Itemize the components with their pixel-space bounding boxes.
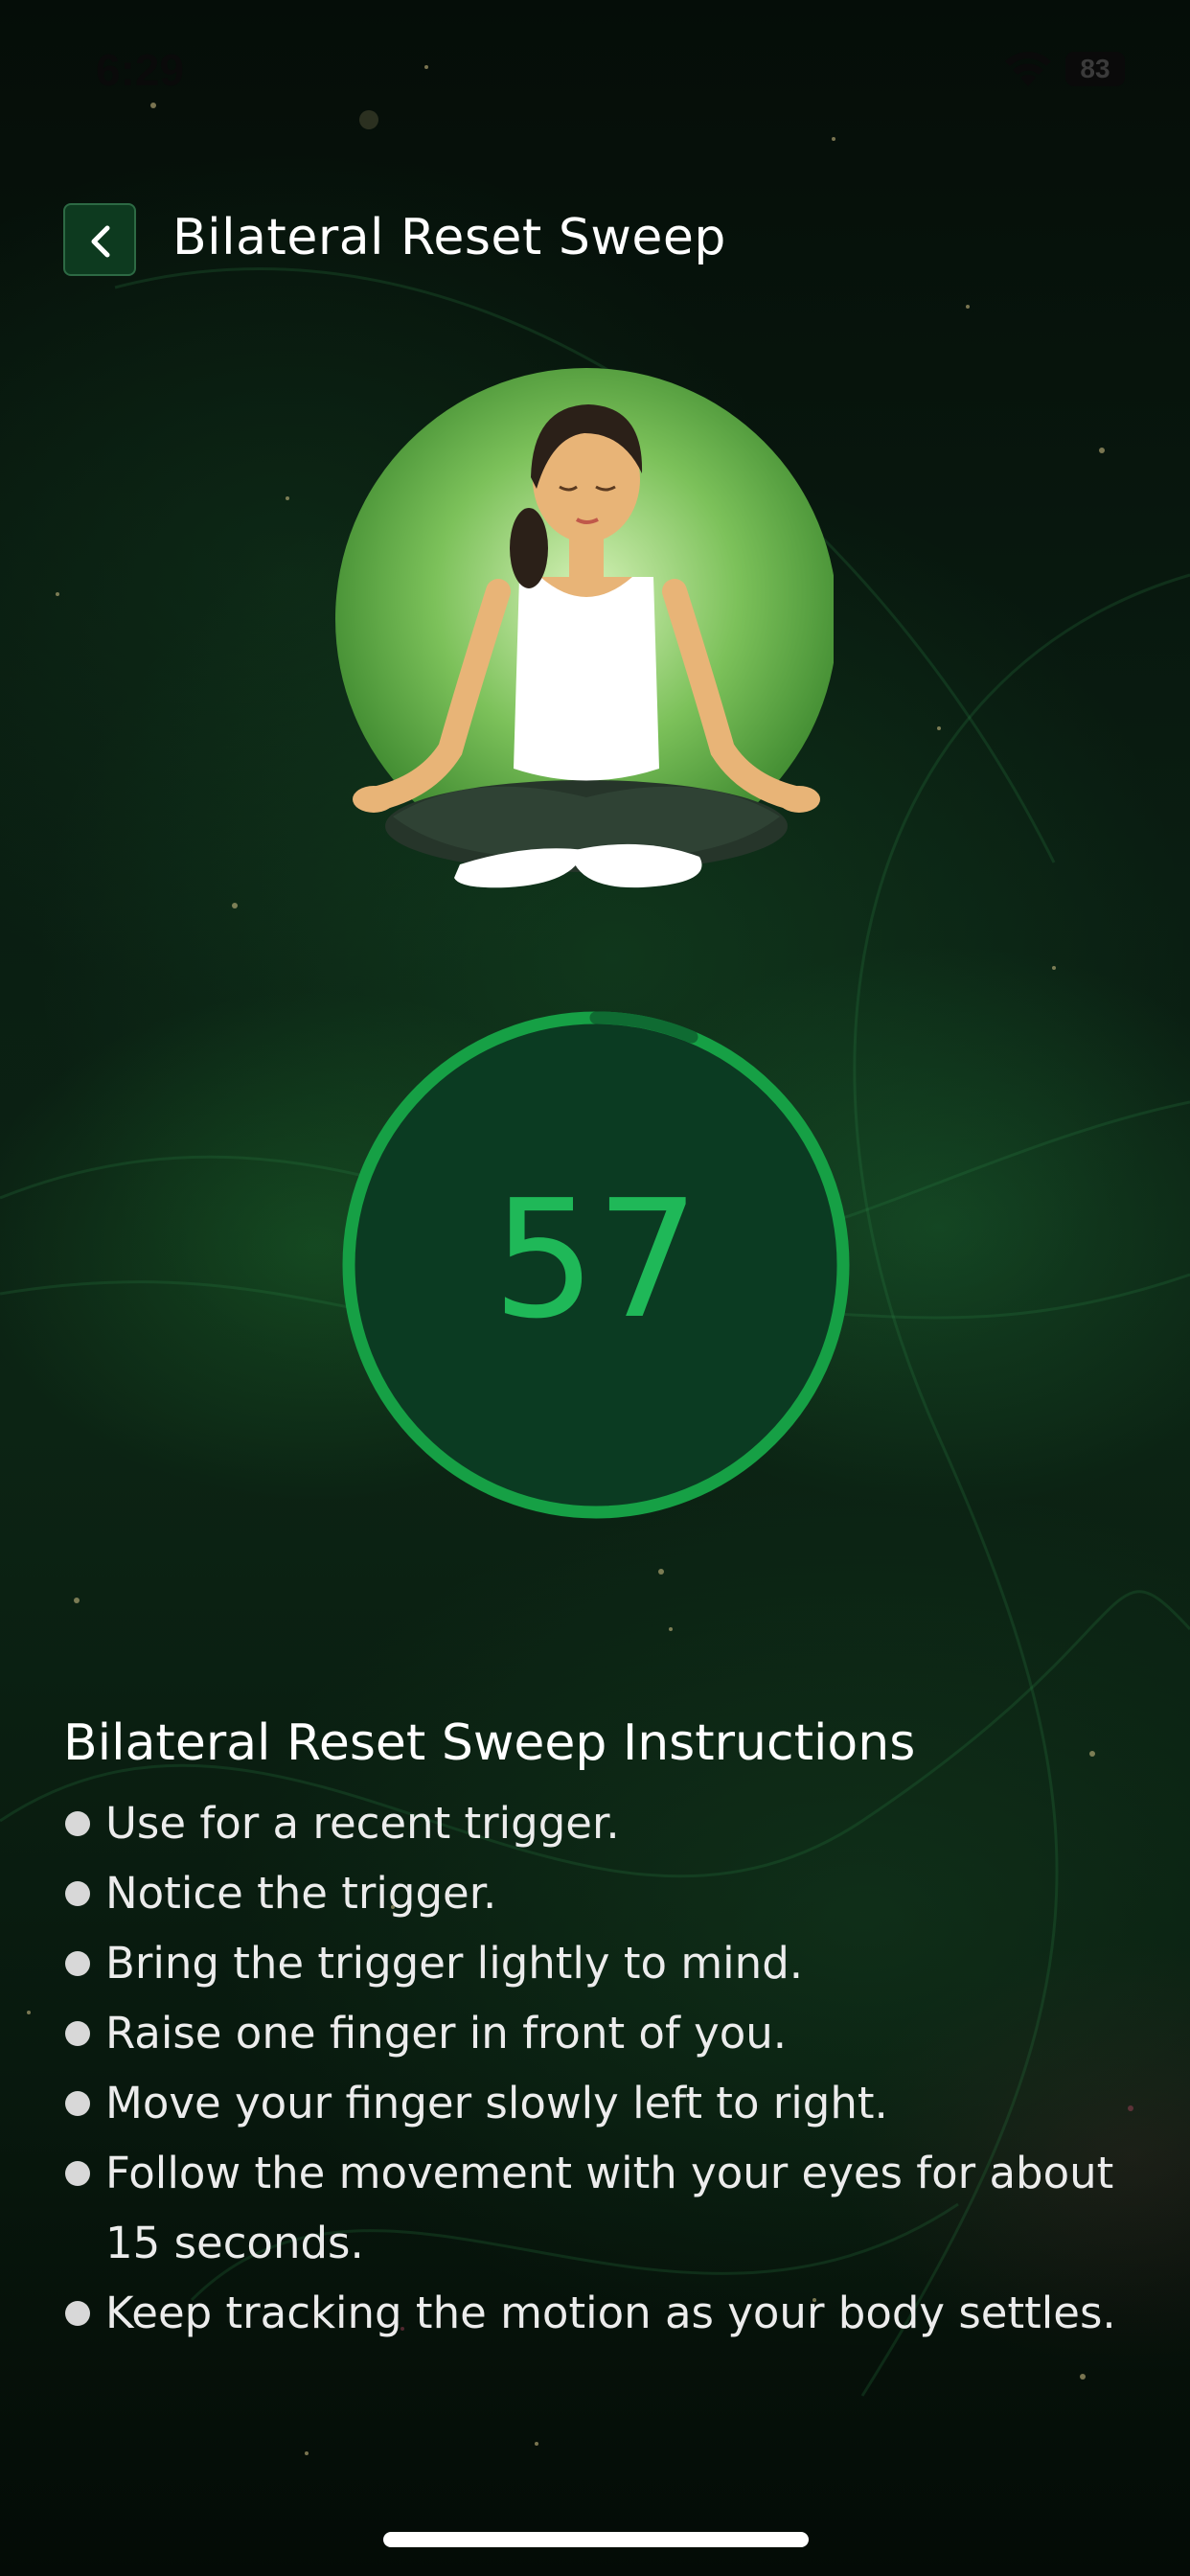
status-bar: 6:29 83 [0,38,1190,105]
instruction-text: Move your finger slowly left to right. [105,2078,888,2128]
bullet-icon [65,1951,90,1976]
instruction-text: Use for a recent trigger. [105,1798,620,1849]
instruction-item: Notice the trigger. [63,1858,1117,1928]
battery-level: 83 [1080,54,1110,83]
battery-icon: 83 [1065,52,1125,86]
instruction-item: Bring the trigger lightly to mind. [63,1928,1117,1998]
bullet-icon [65,2091,90,2116]
instruction-item: Raise one finger in front of you. [63,1998,1117,2068]
instruction-list: Use for a recent trigger. Notice the tri… [63,1788,1117,2348]
bullet-icon [65,1811,90,1836]
bullet-icon [65,2161,90,2186]
timer-value: 57 [492,1165,700,1355]
bullet-icon [65,2021,90,2046]
chevron-left-icon [91,225,110,258]
bullet-icon [65,1881,90,1906]
instruction-text: Keep tracking the motion as your body se… [105,2288,1116,2338]
instruction-text: Raise one finger in front of you. [105,2008,788,2058]
instruction-item: Keep tracking the motion as your body se… [63,2278,1117,2348]
home-indicator[interactable] [383,2532,809,2547]
back-button[interactable] [63,203,136,276]
instruction-item: Follow the movement with your eyes for a… [63,2138,1117,2278]
instructions-title: Bilateral Reset Sweep Instructions [63,1714,916,1772]
status-time: 6:29 [96,45,185,95]
page-title: Bilateral Reset Sweep [172,209,726,266]
meditation-figure-icon [335,368,834,888]
instruction-item: Use for a recent trigger. [63,1788,1117,1858]
bullet-icon [65,2301,90,2326]
instruction-item: Move your finger slowly left to right. [63,2068,1117,2138]
instructions-section: Bilateral Reset Sweep Instructions Use f… [63,1706,1117,2348]
instruction-text: Bring the trigger lightly to mind. [105,1938,804,1989]
wifi-icon [1005,52,1051,86]
instruction-text: Notice the trigger. [105,1868,497,1919]
instruction-text: Follow the movement with your eyes for a… [105,2148,1114,2268]
